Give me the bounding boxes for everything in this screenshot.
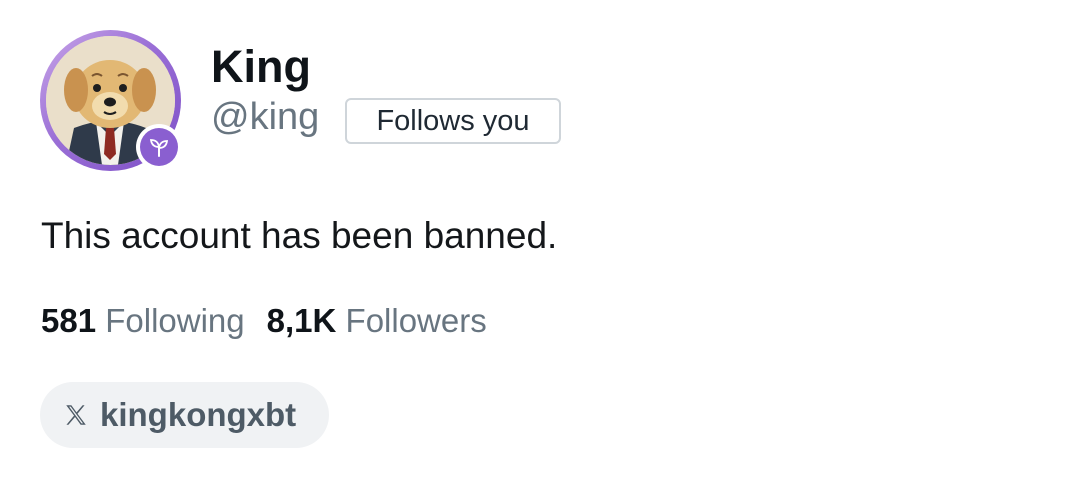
following-count: 581 <box>41 302 97 339</box>
profile-bio: This account has been banned. <box>41 215 558 256</box>
display-name: King <box>211 41 311 92</box>
x-account-link[interactable]: kingkongxbt <box>40 382 329 448</box>
followers-count: 8,1K <box>266 302 337 339</box>
follows-you-badge: Follows you <box>345 98 561 144</box>
following-link[interactable]: 581 Following <box>41 302 245 339</box>
profile-stats: 581 Following 8,1K Followers <box>41 299 487 343</box>
verification-badge <box>136 124 182 170</box>
avatar[interactable] <box>40 30 182 171</box>
x-logo-icon <box>62 401 90 429</box>
followers-label: Followers <box>345 302 487 339</box>
x-account-handle: kingkongxbt <box>100 396 297 433</box>
following-label: Following <box>105 302 245 339</box>
profile-card: King @king Follows you This account has … <box>0 0 1080 479</box>
user-handle: @king <box>211 96 320 138</box>
sprout-icon <box>140 128 178 166</box>
followers-link[interactable]: 8,1K Followers <box>267 302 487 339</box>
